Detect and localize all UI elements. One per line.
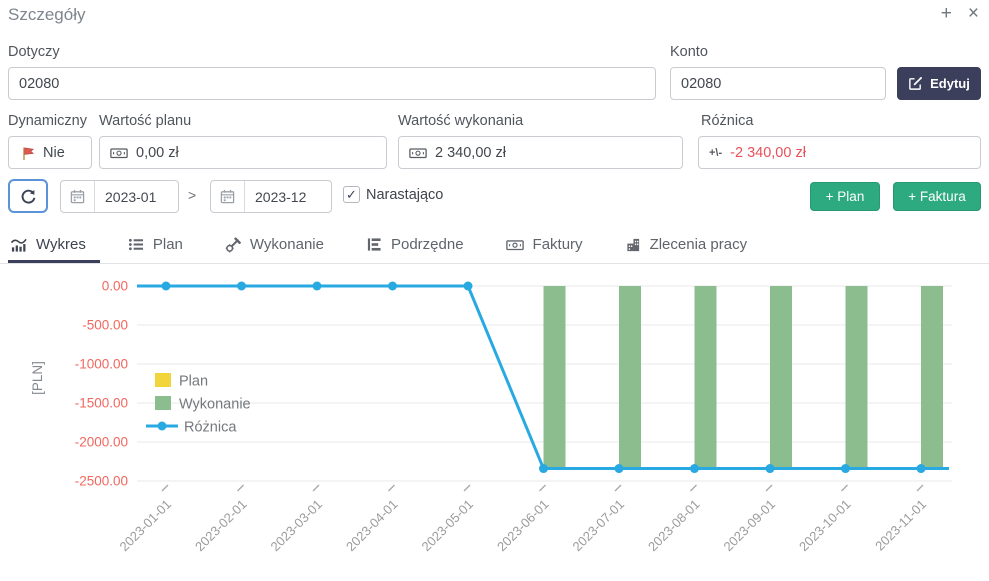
banknote-icon — [506, 238, 524, 252]
edit-button-label: Edytuj — [930, 76, 970, 91]
svg-text:Różnica: Różnica — [184, 420, 237, 436]
wartosc-wykonania-field[interactable]: 2 340,00 zł — [398, 136, 683, 169]
close-icon[interactable]: × — [968, 4, 979, 23]
svg-text:2023-09-01: 2023-09-01 — [720, 497, 778, 555]
tab-bar: Wykres Plan Wykonanie Podrzędne Faktury … — [0, 229, 989, 264]
calendar-icon — [61, 181, 95, 212]
refresh-icon — [20, 188, 37, 205]
add-plan-button[interactable]: + Plan — [810, 182, 880, 211]
svg-text:2023-10-01: 2023-10-01 — [796, 497, 854, 555]
wartosc-planu-field[interactable]: 0,00 zł — [99, 136, 387, 169]
date-to-value: 2023-12 — [245, 181, 316, 212]
wartosc-wykonania-value: 2 340,00 zł — [435, 145, 506, 161]
wartosc-wykonania-label: Wartość wykonania — [398, 113, 523, 129]
svg-text:-2000.00: -2000.00 — [75, 435, 128, 450]
tab-label: Wykonanie — [250, 236, 324, 253]
dynamiczny-value: Nie — [43, 145, 65, 161]
svg-text:-2500.00: -2500.00 — [75, 474, 128, 489]
list-icon — [128, 237, 144, 252]
tab-label: Wykres — [36, 236, 86, 253]
konto-field[interactable]: 02080 — [670, 67, 886, 100]
flag-icon — [19, 145, 35, 161]
building-icon — [625, 237, 641, 253]
svg-text:-1500.00: -1500.00 — [75, 396, 128, 411]
tab-plan[interactable]: Plan — [126, 229, 197, 263]
narastajaco-label: Narastająco — [366, 187, 443, 203]
tree-icon — [366, 237, 382, 252]
banknote-icon — [409, 146, 427, 160]
refresh-button[interactable] — [8, 179, 48, 213]
roznica-label: Różnica — [701, 113, 753, 129]
tab-wykonanie[interactable]: Wykonanie — [223, 229, 338, 263]
tab-label: Zlecenia pracy — [650, 236, 748, 253]
date-from-input[interactable]: 2023-01 — [60, 180, 179, 213]
svg-text:2023-07-01: 2023-07-01 — [569, 497, 627, 555]
tab-wykres[interactable]: Wykres — [8, 229, 100, 263]
add-icon[interactable]: + — [941, 4, 952, 23]
tab-label: Plan — [153, 236, 183, 253]
page-title: Szczegóły — [8, 5, 85, 25]
window-actions: + × — [941, 4, 979, 23]
dynamiczny-label: Dynamiczny — [8, 113, 87, 129]
tab-label: Podrzędne — [391, 236, 464, 253]
svg-text:Wykonanie: Wykonanie — [179, 397, 251, 413]
roznica-field[interactable]: +\- -2 340,00 zł — [698, 136, 981, 169]
svg-text:2023-11-01: 2023-11-01 — [872, 497, 929, 554]
dotyczy-label: Dotyczy — [8, 44, 60, 60]
tab-faktury[interactable]: Faktury — [504, 229, 597, 263]
wartosc-planu-value: 0,00 zł — [136, 145, 179, 161]
calendar-icon — [211, 181, 245, 212]
svg-text:2023-02-01: 2023-02-01 — [192, 497, 250, 555]
tab-zlecenia-pracy[interactable]: Zlecenia pracy — [623, 229, 762, 263]
dotyczy-value: 02080 — [19, 76, 59, 92]
svg-text:Plan: Plan — [179, 374, 208, 390]
range-separator: > — [188, 187, 196, 203]
narastajaco-checkbox[interactable] — [343, 186, 360, 203]
edit-pencil-icon — [908, 76, 923, 91]
tab-label: Faktury — [533, 236, 583, 253]
banknote-icon — [110, 146, 128, 160]
svg-text:2023-04-01: 2023-04-01 — [343, 497, 401, 555]
svg-text:2023-01-01: 2023-01-01 — [116, 497, 174, 555]
combo-chart: 0.00 -500.00 -1000.00 -1500.00 -2000.00 -2500… — [0, 266, 989, 581]
roznica-value: -2 340,00 zł — [730, 145, 806, 161]
svg-text:0.00: 0.00 — [102, 279, 128, 294]
svg-text:2023-08-01: 2023-08-01 — [645, 497, 703, 555]
svg-text:-500.00: -500.00 — [82, 318, 128, 333]
svg-text:-1000.00: -1000.00 — [75, 357, 128, 372]
edit-button[interactable]: Edytuj — [897, 67, 981, 100]
svg-text:2023-05-01: 2023-05-01 — [418, 497, 476, 555]
svg-text:[PLN]: [PLN] — [30, 361, 45, 395]
date-from-value: 2023-01 — [95, 181, 166, 212]
dynamiczny-field[interactable]: Nie — [8, 136, 92, 169]
konto-label: Konto — [670, 44, 708, 60]
gavel-icon — [225, 237, 241, 253]
add-faktura-button-label: + Faktura — [908, 189, 965, 204]
konto-value: 02080 — [681, 76, 721, 92]
plus-minus-icon: +\- — [709, 147, 722, 159]
svg-text:2023-03-01: 2023-03-01 — [267, 497, 325, 555]
chart-icon — [10, 237, 27, 253]
add-plan-button-label: + Plan — [826, 189, 865, 204]
dotyczy-field[interactable]: 02080 — [8, 67, 656, 100]
date-to-input[interactable]: 2023-12 — [210, 180, 332, 213]
svg-text:2023-06-01: 2023-06-01 — [494, 497, 552, 555]
tab-podrzedne[interactable]: Podrzędne — [364, 229, 478, 263]
add-faktura-button[interactable]: + Faktura — [893, 182, 981, 211]
wartosc-planu-label: Wartość planu — [99, 113, 191, 129]
